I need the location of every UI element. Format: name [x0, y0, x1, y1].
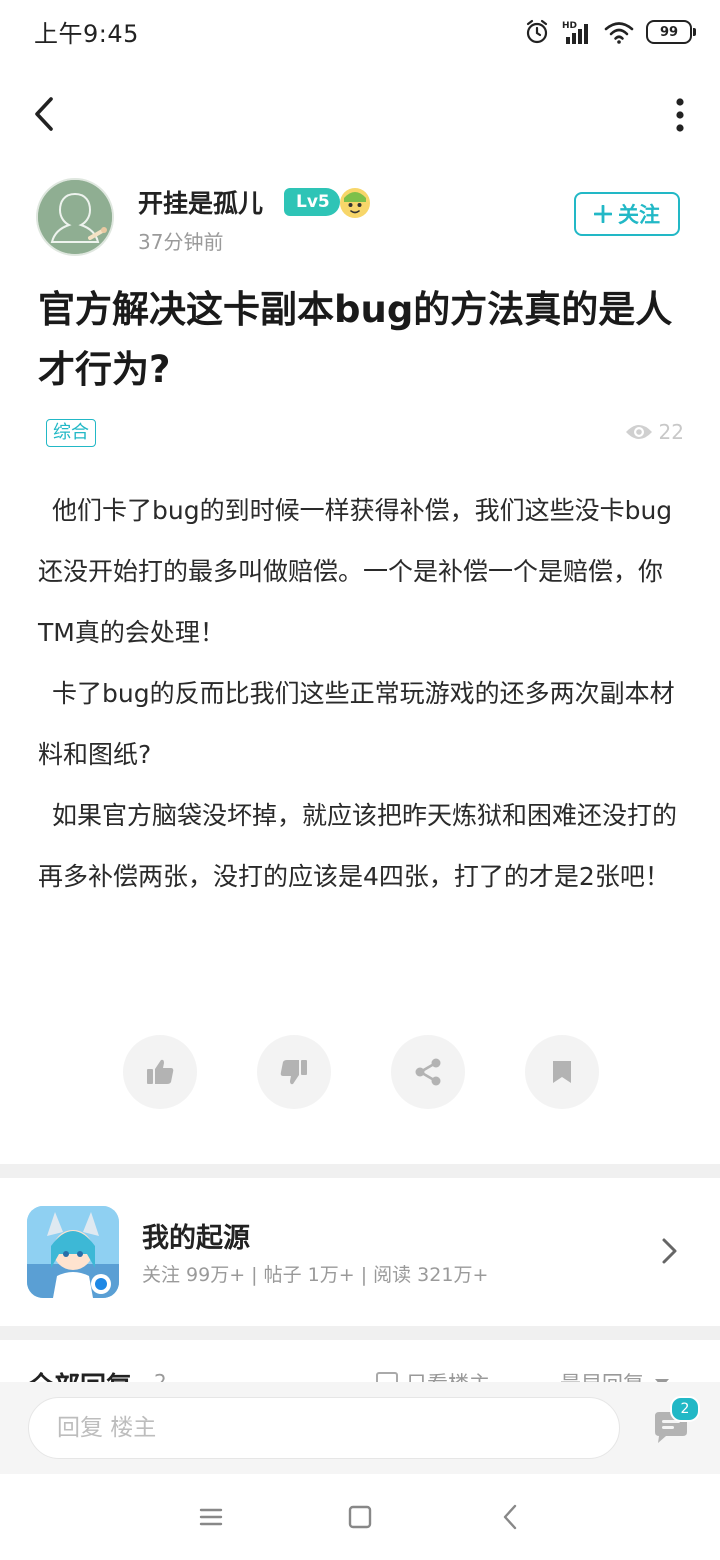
square-icon — [348, 1505, 372, 1529]
svg-text:HD: HD — [562, 21, 577, 31]
author-avatar[interactable] — [36, 178, 114, 256]
avatar-placeholder-icon — [38, 180, 112, 254]
alarm-icon — [526, 19, 548, 44]
section-divider — [0, 1164, 720, 1178]
wifi-icon — [604, 22, 634, 44]
bookmark-icon — [553, 1061, 571, 1083]
view-count-value: 22 — [658, 420, 684, 444]
eye-icon — [625, 425, 652, 439]
comment-count-badge: 2 — [670, 1396, 700, 1422]
game-logo-icon — [27, 1206, 119, 1298]
like-button[interactable] — [123, 1035, 197, 1109]
battery-level: 99 — [659, 24, 679, 40]
reply-bar: 回复 楼主 2 — [0, 1382, 720, 1474]
post-paragraph: 如果官方脑袋没坏掉，就应该把昨天炼狱和困难还没打的再多补偿两张，没打的应该是4四… — [38, 801, 678, 891]
share-button[interactable] — [391, 1035, 465, 1109]
system-nav-bar — [0, 1474, 720, 1560]
status-icons: HD 99 — [524, 14, 696, 50]
author-name[interactable]: 开挂是孤儿 — [138, 184, 263, 220]
chevron-right-icon — [662, 1238, 677, 1264]
post-paragraph: 他们卡了bug的到时候一样获得补偿，我们这些没卡bug还没开始打的最多叫做赔偿。… — [38, 496, 673, 647]
follow-button[interactable]: 关注 — [574, 192, 680, 236]
thumbs-down-icon — [280, 1060, 307, 1085]
thumbs-up-icon — [147, 1059, 174, 1084]
chevron-left-icon — [35, 97, 53, 131]
bookmark-button[interactable] — [525, 1035, 599, 1109]
status-time: 上午9:45 — [34, 20, 139, 48]
share-icon — [415, 1058, 441, 1086]
post-actions — [0, 1035, 720, 1109]
battery-icon: 99 — [646, 20, 696, 44]
system-back-button[interactable] — [496, 1502, 526, 1532]
post-body: 他们卡了bug的到时候一样获得补偿，我们这些没卡bug还没开始打的最多叫做赔偿。… — [38, 480, 688, 907]
post-time: 37分钟前 — [138, 230, 224, 254]
medal-icon — [338, 186, 372, 220]
plus-icon — [594, 205, 612, 223]
forum-icon[interactable] — [27, 1206, 119, 1298]
home-button[interactable] — [345, 1502, 375, 1532]
menu-icon — [199, 1508, 223, 1526]
category-tag[interactable]: 综合 — [46, 419, 96, 447]
hd-signal-icon: HD — [562, 21, 588, 44]
dislike-button[interactable] — [257, 1035, 331, 1109]
follow-label: 关注 — [618, 203, 660, 227]
back-button[interactable] — [24, 92, 64, 136]
post-paragraph: 卡了bug的反而比我们这些正常玩游戏的还多两次副本材料和图纸? — [38, 679, 675, 769]
replies-header: 全部回复 2 只看楼主 最早回复 — [0, 1340, 720, 1384]
post-title: 官方解决这卡副本bug的方法真的是人才行为? — [38, 288, 673, 391]
level-badge: Lv5 — [284, 188, 340, 216]
reply-input[interactable]: 回复 楼主 — [28, 1397, 620, 1459]
section-divider — [0, 1326, 720, 1340]
view-count: 22 — [625, 420, 684, 444]
recent-apps-button[interactable] — [196, 1502, 226, 1532]
more-vertical-icon — [676, 98, 684, 132]
forum-name[interactable]: 我的起源 — [142, 1216, 250, 1255]
more-button[interactable] — [670, 94, 690, 136]
chevron-left-icon — [503, 1504, 517, 1530]
forum-stats: 关注 99万+ | 帖子 1万+ | 阅读 321万+ — [142, 1264, 489, 1286]
forum-link-button[interactable] — [660, 1236, 680, 1266]
